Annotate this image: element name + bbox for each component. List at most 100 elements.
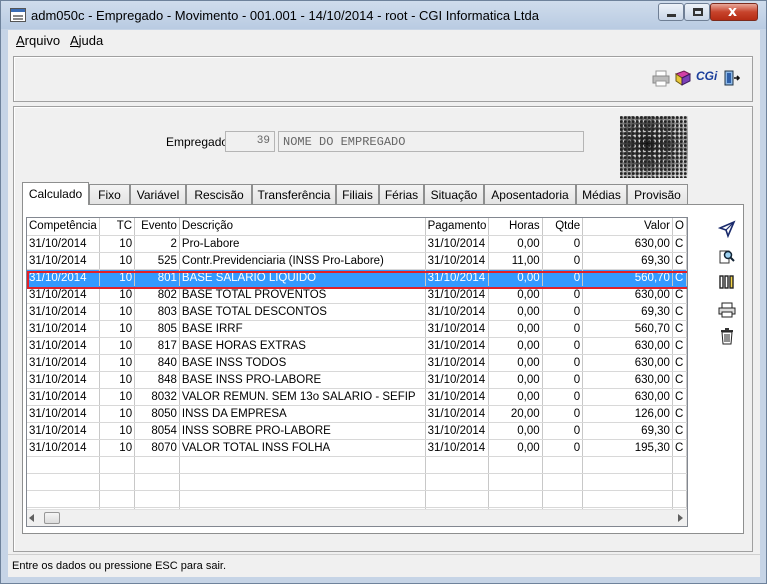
- table-row[interactable]: 31/10/2014 10 805 BASE IRRF 31/10/2014 0,00 0 5…: [27, 320, 687, 338]
- cell-horas[interactable]: 0,00: [488, 320, 543, 338]
- cell-descricao[interactable]: BASE IRRF: [179, 320, 426, 338]
- cell-competencia[interactable]: 31/10/2014: [27, 371, 100, 389]
- cell-competencia[interactable]: 31/10/2014: [27, 354, 100, 372]
- cell-pagamento[interactable]: 31/10/2014: [425, 422, 490, 440]
- cell-evento[interactable]: 8032: [134, 388, 180, 406]
- cell-evento[interactable]: 8070: [134, 439, 180, 457]
- cgi-logo-icon[interactable]: CGi: [696, 69, 718, 87]
- cell-valor[interactable]: 69,30: [582, 422, 673, 440]
- tab-fixo[interactable]: Fixo: [89, 184, 130, 204]
- table-row[interactable]: 31/10/2014 10 802 BASE TOTAL PROVENTOS 31/10…: [27, 286, 687, 304]
- cell-descricao[interactable]: VALOR TOTAL INSS FOLHA: [179, 439, 426, 457]
- cell-qtde[interactable]: 0: [542, 439, 584, 457]
- cell-qtde[interactable]: 0: [542, 286, 584, 304]
- cell-pagamento[interactable]: 31/10/2014: [425, 354, 490, 372]
- cell-o[interactable]: C: [672, 286, 687, 304]
- cell-horas[interactable]: 11,00: [488, 252, 543, 270]
- cell-descricao[interactable]: BASE INSS PRO-LABORE: [179, 371, 426, 389]
- cell-horas[interactable]: 20,00: [488, 405, 543, 423]
- print-icon[interactable]: [718, 301, 736, 319]
- cell-valor[interactable]: 630,00: [582, 388, 673, 406]
- table-row-empty[interactable]: [27, 456, 687, 474]
- cell-tc[interactable]: 10: [99, 405, 136, 423]
- tab-situacao[interactable]: Situação: [424, 184, 484, 204]
- cell-valor[interactable]: 630,00: [582, 354, 673, 372]
- search-document-icon[interactable]: [718, 247, 736, 265]
- cell-evento[interactable]: 2: [134, 235, 180, 253]
- horizontal-scrollbar[interactable]: [27, 509, 687, 526]
- table-row[interactable]: 31/10/2014 10 817 BASE HORAS EXTRAS 31/10/20…: [27, 337, 687, 355]
- cell-competencia[interactable]: 31/10/2014: [27, 422, 100, 440]
- cell-tc[interactable]: 10: [99, 388, 136, 406]
- cell-evento[interactable]: 802: [134, 286, 180, 304]
- tab-rescisao[interactable]: Rescisão: [186, 184, 252, 204]
- cell-valor[interactable]: 69,30: [582, 252, 673, 270]
- events-grid[interactable]: Competência TC Evento Descrição Pagament…: [26, 217, 688, 527]
- cell-horas[interactable]: 0,00: [488, 354, 543, 372]
- cell-valor[interactable]: 195,30: [582, 439, 673, 457]
- cell-tc[interactable]: 10: [99, 337, 136, 355]
- table-row[interactable]: 31/10/2014 10 840 BASE INSS TODOS 31/10/2014…: [27, 354, 687, 372]
- cell-tc[interactable]: 10: [99, 286, 136, 304]
- cell-descricao[interactable]: BASE SALARIO LIQUIDO: [179, 269, 426, 287]
- cell-valor[interactable]: 69,30: [582, 303, 673, 321]
- table-row[interactable]: 31/10/2014 10 848 BASE INSS PRO-LABORE 31/10…: [27, 371, 687, 389]
- empty-cell[interactable]: [134, 490, 180, 508]
- table-row[interactable]: 31/10/2014 10 8054 INSS SOBRE PRO-LABORE 31/…: [27, 422, 687, 440]
- employee-code-field[interactable]: 39: [225, 131, 275, 152]
- cell-horas[interactable]: 0,00: [488, 337, 543, 355]
- menu-ajuda[interactable]: Ajuda: [70, 33, 103, 48]
- cell-o[interactable]: C: [672, 235, 687, 253]
- col-header-pagamento[interactable]: Pagamento: [425, 218, 490, 236]
- tab-medias[interactable]: Médias: [576, 184, 627, 204]
- cell-competencia[interactable]: 31/10/2014: [27, 303, 100, 321]
- cell-pagamento[interactable]: 31/10/2014: [425, 286, 490, 304]
- empty-cell[interactable]: [582, 490, 673, 508]
- empty-cell[interactable]: [672, 490, 687, 508]
- cell-tc[interactable]: 10: [99, 354, 136, 372]
- cell-evento[interactable]: 848: [134, 371, 180, 389]
- cell-qtde[interactable]: 0: [542, 354, 584, 372]
- cell-evento[interactable]: 840: [134, 354, 180, 372]
- cell-evento[interactable]: 805: [134, 320, 180, 338]
- tab-filiais[interactable]: Filiais: [336, 184, 379, 204]
- cell-o[interactable]: C: [672, 422, 687, 440]
- empty-cell[interactable]: [425, 473, 490, 491]
- cell-o[interactable]: C: [672, 303, 687, 321]
- cell-pagamento[interactable]: 31/10/2014: [425, 303, 490, 321]
- cell-horas[interactable]: 0,00: [488, 286, 543, 304]
- cell-descricao[interactable]: INSS SOBRE PRO-LABORE: [179, 422, 426, 440]
- cell-descricao[interactable]: INSS DA EMPRESA: [179, 405, 426, 423]
- cell-evento[interactable]: 525: [134, 252, 180, 270]
- cell-descricao[interactable]: Contr.Previdenciaria (INSS Pro-Labore): [179, 252, 426, 270]
- cell-qtde[interactable]: 0: [542, 269, 584, 287]
- cell-o[interactable]: C: [672, 405, 687, 423]
- cell-tc[interactable]: 10: [99, 235, 136, 253]
- col-header-valor[interactable]: Valor: [582, 218, 673, 236]
- cell-horas[interactable]: 0,00: [488, 371, 543, 389]
- maximize-button[interactable]: [684, 3, 710, 21]
- cell-horas[interactable]: 0,00: [488, 235, 543, 253]
- close-button[interactable]: x: [710, 3, 758, 21]
- empty-cell[interactable]: [134, 473, 180, 491]
- tab-transferencia[interactable]: Transferência: [252, 184, 336, 204]
- cell-horas[interactable]: 0,00: [488, 303, 543, 321]
- cell-qtde[interactable]: 0: [542, 235, 584, 253]
- cell-pagamento[interactable]: 31/10/2014: [425, 439, 490, 457]
- cell-o[interactable]: C: [672, 320, 687, 338]
- tab-ferias[interactable]: Férias: [379, 184, 424, 204]
- cell-o[interactable]: C: [672, 354, 687, 372]
- cell-o[interactable]: C: [672, 388, 687, 406]
- col-header-horas[interactable]: Horas: [488, 218, 543, 236]
- empty-cell[interactable]: [99, 473, 136, 491]
- cell-competencia[interactable]: 31/10/2014: [27, 320, 100, 338]
- cell-valor[interactable]: 630,00: [582, 235, 673, 253]
- cell-evento[interactable]: 801: [134, 269, 180, 287]
- cell-valor[interactable]: 126,00: [582, 405, 673, 423]
- tab-calculado[interactable]: Calculado: [22, 182, 89, 205]
- empty-cell[interactable]: [99, 490, 136, 508]
- table-row[interactable]: 31/10/2014 10 8070 VALOR TOTAL INSS FOLHA 31…: [27, 439, 687, 457]
- empty-cell[interactable]: [542, 490, 584, 508]
- cell-tc[interactable]: 10: [99, 320, 136, 338]
- cell-descricao[interactable]: BASE TOTAL DESCONTOS: [179, 303, 426, 321]
